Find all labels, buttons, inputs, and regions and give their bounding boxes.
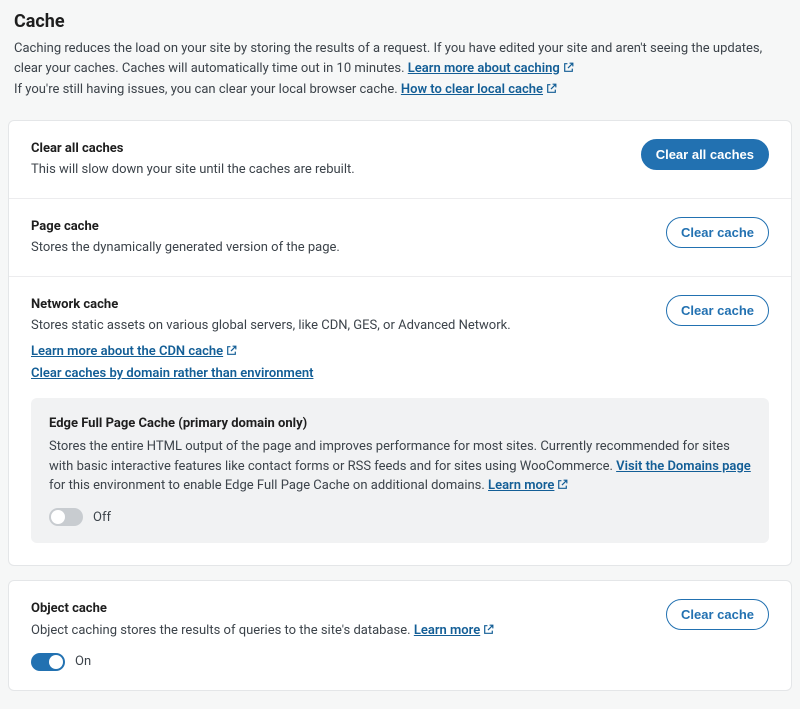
- how-to-clear-local-cache-link[interactable]: How to clear local cache: [401, 82, 543, 97]
- visit-domains-link[interactable]: Visit the Domains page: [616, 459, 751, 474]
- edge-fpc-title: Edge Full Page Cache (primary domain onl…: [49, 414, 751, 434]
- learn-more-caching-link[interactable]: Learn more about caching: [408, 61, 560, 76]
- page-description: Caching reduces the load on your site by…: [14, 39, 786, 100]
- object-cache-title: Object cache: [31, 599, 650, 619]
- object-cache-desc: Object caching stores the results of que…: [31, 621, 650, 641]
- section-page-cache: Page cache Stores the dynamically genera…: [9, 198, 791, 276]
- edge-fpc-subcard: Edge Full Page Cache (primary domain onl…: [31, 398, 769, 544]
- section-network-cache: Network cache Stores static assets on va…: [9, 276, 791, 566]
- page-cache-title: Page cache: [31, 217, 650, 237]
- page-desc-text-2: If you're still having issues, you can c…: [14, 82, 398, 97]
- section-clear-all: Clear all caches This will slow down you…: [9, 121, 791, 198]
- object-cache-learn-more-link[interactable]: Learn more: [414, 623, 480, 638]
- edge-fpc-toggle[interactable]: [49, 508, 83, 526]
- clear-all-caches-button[interactable]: Clear all caches: [641, 139, 769, 170]
- edge-fpc-learn-more-link[interactable]: Learn more: [488, 478, 554, 493]
- network-cache-title: Network cache: [31, 295, 650, 315]
- learn-more-cdn-link[interactable]: Learn more about the CDN cache: [31, 344, 223, 359]
- clear-by-domain-link[interactable]: Clear caches by domain rather than envir…: [31, 366, 313, 381]
- clear-network-cache-button[interactable]: Clear cache: [666, 295, 769, 326]
- clear-object-cache-button[interactable]: Clear cache: [666, 599, 769, 630]
- object-cache-toggle[interactable]: [31, 653, 65, 671]
- external-link-icon: [562, 61, 575, 74]
- external-link-icon: [556, 478, 569, 491]
- page-title: Cache: [14, 8, 786, 35]
- edge-fpc-desc: Stores the entire HTML output of the pag…: [49, 437, 751, 496]
- external-link-icon: [545, 82, 558, 95]
- object-cache-card: Object cache Object caching stores the r…: [8, 580, 792, 691]
- section-object-cache: Object cache Object caching stores the r…: [9, 581, 791, 690]
- page-desc-text-1: Caching reduces the load on your site by…: [14, 41, 762, 76]
- external-link-icon: [225, 344, 238, 357]
- network-cache-desc: Stores static assets on various global s…: [31, 316, 650, 336]
- object-cache-toggle-label: On: [75, 652, 91, 672]
- clear-all-desc: This will slow down your site until the …: [31, 160, 625, 180]
- clear-all-title: Clear all caches: [31, 139, 625, 159]
- external-link-icon: [482, 623, 495, 636]
- page-cache-desc: Stores the dynamically generated version…: [31, 238, 650, 258]
- clear-page-cache-button[interactable]: Clear cache: [666, 217, 769, 248]
- cache-card: Clear all caches This will slow down you…: [8, 120, 792, 567]
- edge-fpc-toggle-label: Off: [93, 508, 111, 528]
